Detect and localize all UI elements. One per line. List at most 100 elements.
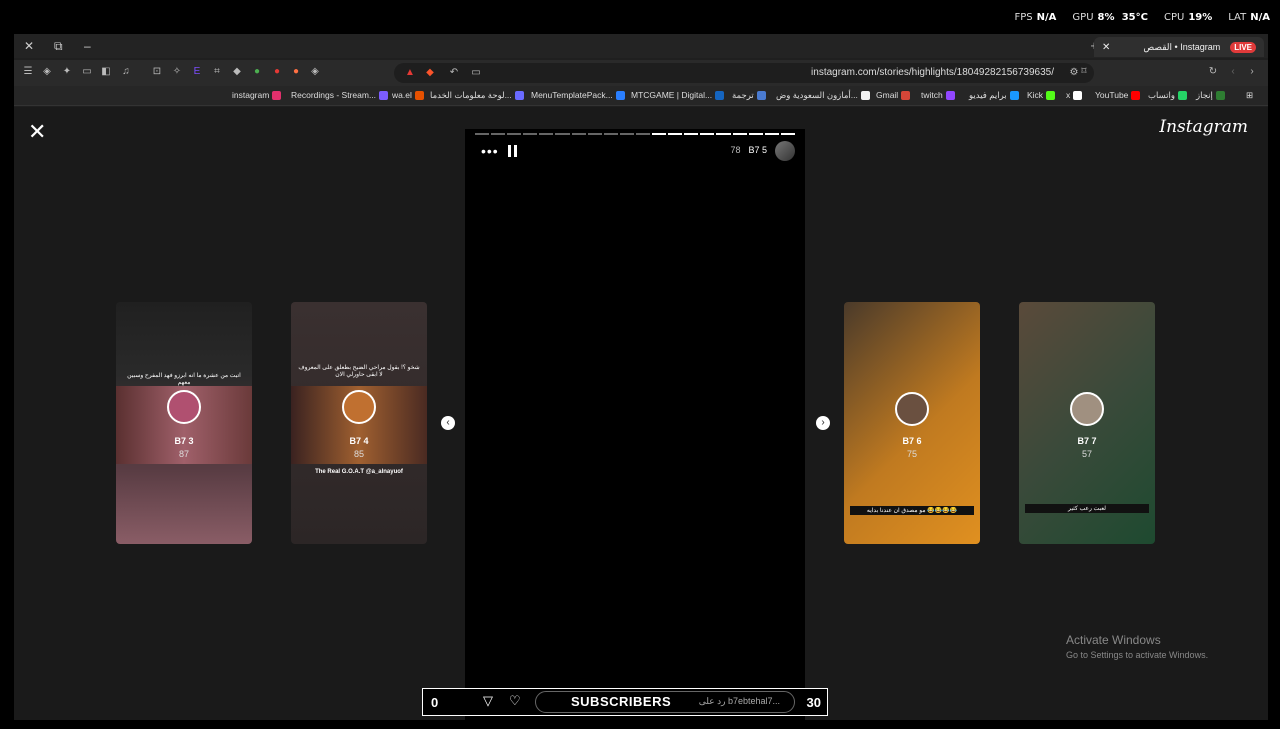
main-story-header: ••• 78 B7 5 [465,141,805,165]
progress-segment [780,133,795,135]
story-avatar [1070,392,1104,426]
pause-icon[interactable] [508,145,518,157]
previous-story-icon[interactable]: ‹ [441,416,455,430]
bookmark-instagram[interactable]: instagram [232,90,282,100]
activate-title: Activate Windows [1066,633,1161,647]
back-icon[interactable]: ‹ [1227,66,1239,78]
bookmark-gmail[interactable]: Gmail [876,90,911,100]
story-view-count: 85 [353,449,364,459]
apps-grid-icon[interactable]: ⊞ [1246,90,1253,101]
progress-segment [539,133,554,135]
bookmark-amazon[interactable]: أمازون السعودية وض... [776,90,870,101]
shield-icon[interactable]: ◈ [41,66,53,78]
extension-e-icon[interactable]: E [191,66,203,78]
story-view-count: 87 [178,449,189,459]
main-story[interactable]: ••• 78 B7 5 [465,129,805,729]
close-window-icon[interactable]: ✕ [24,39,34,53]
share-icon[interactable]: ▽ [483,693,493,709]
progress-segment [684,133,699,135]
shield-check-icon[interactable]: ◆ [231,66,243,78]
side-story-b7-3[interactable]: اتيت من عشرة ما انه ابرزو فهد المفرح وسب… [116,302,252,544]
close-stories-icon[interactable]: ✕ [28,121,46,143]
main-story-username: B7 5 [748,145,767,155]
progress-segment [587,133,602,135]
story-view-count: 75 [906,449,917,459]
bookmark-primevideo[interactable]: برايم فيديو [969,90,1019,101]
story-avatar [895,392,929,426]
bookmark-youtube[interactable]: YouTube [1095,90,1141,100]
progress-segment [732,133,747,135]
progress-segment [507,133,522,135]
bookmark-translate[interactable]: ترجمة [732,90,766,101]
progress-segment [668,133,683,135]
extension-green-icon[interactable]: ● [251,66,263,78]
bookmark-icon[interactable]: ⌑ [1078,66,1090,78]
instagram-logo[interactable]: Instagram [1159,117,1248,137]
menu-icon[interactable]: ☰ [22,66,34,78]
screenshot-icon[interactable]: ⊡ [151,66,163,78]
progress-segment [619,133,634,135]
forward-icon[interactable]: › [1246,66,1258,78]
side-story-b7-7[interactable]: B7 7 57 لعبت رعب كثير [1019,302,1155,544]
brave-rewards-icon[interactable]: ▲ [404,67,416,79]
subscriber-goal-count: 30 [806,695,821,710]
subscriber-start-count: 0 [431,695,439,710]
wallet-icon[interactable]: ▭ [81,66,93,78]
adblock-icon[interactable]: ◈ [309,66,321,78]
refresh-icon[interactable]: ↻ [1207,66,1219,78]
stories-viewer: ✕ Instagram اتيت من عشرة ما انه ابرزو فه… [14,107,1268,729]
extension-icon[interactable]: ✦ [61,66,73,78]
bookmark-whatsapp[interactable]: واتساب [1148,90,1188,101]
story-view-count: 57 [1081,449,1092,459]
cast-icon[interactable]: ▭ [470,67,482,79]
extension-orange-icon[interactable]: ● [290,66,302,78]
bookmark-menutemplate[interactable]: MenuTemplatePack... [531,90,625,100]
bookmark-twitch[interactable]: twitch [921,90,955,100]
progress-segment [635,133,651,135]
reply-placeholder: رد على b7ebtehal7... [698,696,780,706]
puzzle-icon[interactable]: ✧ [171,66,183,78]
progress-segment [491,133,506,135]
fps-stat: FPS N/A [1014,12,1057,23]
story-caption-2: The Real G.O.A.T @a_alnayuof [315,469,403,475]
address-bar[interactable]: ▲ ◆ ↶ ▭ instagram.com/stories/highlights… [394,63,1094,83]
story-username: B7 3 [174,436,194,446]
minimize-window-icon[interactable]: – [84,39,91,53]
progress-segment [716,133,731,135]
subscriber-goal-bar: 0 ▽ ♡ رد على b7ebtehal7... SUBSCRIBERS 3… [422,688,828,716]
windows-activation-notice: Activate Windows Go to Settings to activ… [1066,633,1208,660]
progress-segment [475,133,490,135]
main-story-view-count: 78 [730,145,741,155]
bookmark-mtcgame[interactable]: MTCGAME | Digital... [631,90,725,100]
restore-window-icon[interactable]: ⧉ [54,39,63,54]
tab-instagram[interactable]: ✕ القصص • Instagram LIVE [1094,37,1264,57]
translate-icon[interactable]: ⌗ [211,66,223,78]
extension-red-icon[interactable]: ● [271,66,283,78]
bookmark-injaz[interactable]: إنجاز [1196,90,1225,101]
story-caption: لعبت رعب كثير [1025,504,1149,513]
bookmark-kick[interactable]: Kick [1027,90,1056,100]
reload-page-icon[interactable]: ↶ [448,67,460,79]
tab-bar: ✕ ⧉ – + ✕ القصص • Instagram LIVE [14,34,1268,58]
tab-close-icon[interactable]: ✕ [1102,42,1110,53]
side-story-b7-6[interactable]: B7 6 75 مو مصدق ان عندنا بدايه 😂😂😂😂 [844,302,980,544]
story-avatar [342,390,376,424]
bookmark-dashboard[interactable]: لوحة معلومات الخدما... [430,90,524,101]
brave-shields-icon[interactable]: ◆ [424,67,436,79]
cpu-stat: CPU 19% [1163,12,1213,23]
progress-segment [748,133,763,135]
next-story-icon[interactable]: › [816,416,830,430]
bookmark-x[interactable]: x [1066,90,1083,100]
sidebar-icon[interactable]: ◧ [100,66,112,78]
bookmark-recordings[interactable]: Recordings - Stream... [291,90,389,100]
main-story-user[interactable]: 78 B7 5 [730,145,767,155]
bookmark-wael[interactable]: wa.el [392,90,424,100]
story-caption: مو مصدق ان عندنا بدايه 😂😂😂😂 [850,506,974,515]
progress-segment [764,133,779,135]
music-icon[interactable]: ♫ [120,66,132,78]
side-story-b7-4[interactable]: شخو ؟! بقول مراحي الضيح بطعلق على المعرو… [291,302,427,544]
main-story-avatar[interactable] [775,141,795,161]
more-options-icon[interactable]: ••• [481,143,499,159]
like-heart-icon[interactable]: ♡ [509,693,521,709]
browser-toolbar: ☰ ◈ ✦ ▭ ◧ ♫ ⊡ ✧ E ⌗ ◆ ● ● ● ◈ ▲ ◆ ↶ ▭ in… [14,60,1268,86]
